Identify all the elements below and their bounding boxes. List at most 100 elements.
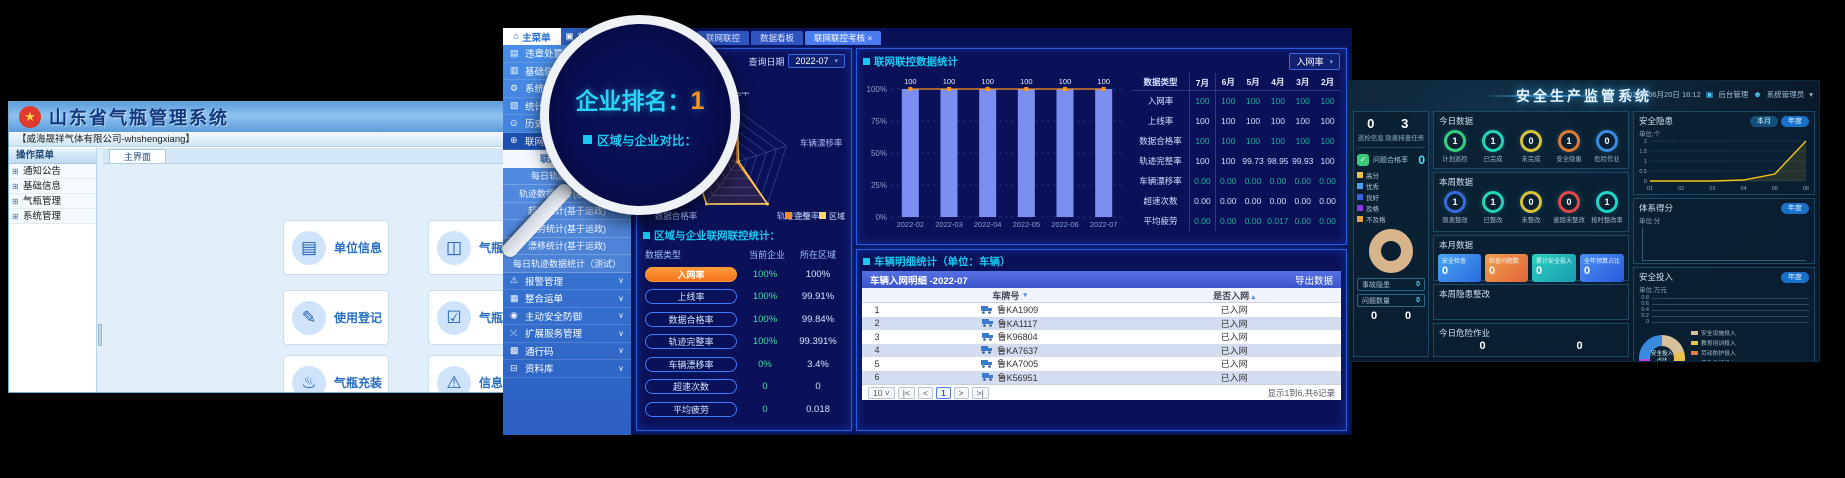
pager-button->|[interactable]: >| bbox=[972, 387, 989, 399]
sidebar-item-系统管理[interactable]: ⊞系统管理 bbox=[9, 209, 96, 224]
ring-circle: 0 bbox=[1558, 191, 1580, 213]
tile-信息预警[interactable]: ⚠信息预警 bbox=[428, 355, 505, 393]
query-date-select[interactable]: 2022-07 ▾ bbox=[788, 54, 845, 68]
stat-label: 巡检信息 bbox=[1358, 132, 1384, 142]
expand-plus-icon[interactable]: ⊞ bbox=[12, 179, 19, 194]
sidebar-item-气瓶管理[interactable]: ⊞气瓶管理 bbox=[9, 194, 96, 209]
card-value: 0 bbox=[1536, 265, 1572, 277]
metric-pill-超速次数[interactable]: 超速次数 bbox=[645, 379, 737, 394]
tab-数据看板[interactable]: 数据看板 bbox=[751, 31, 803, 45]
monthly-row-平均疲劳: 平均疲劳0.000.000.000.0170.000.00 bbox=[1132, 211, 1340, 231]
sidebar-item-扩展服务管理[interactable]: ⤫扩展服务管理∨ bbox=[503, 325, 631, 343]
chevron-down-icon: ∨ bbox=[618, 276, 624, 285]
sidebar-item-主动安全防御[interactable]: ◉主动安全防御∨ bbox=[503, 308, 631, 326]
tab-main-screen[interactable]: 主界面 bbox=[109, 149, 166, 163]
splitter-handle[interactable] bbox=[98, 324, 102, 346]
sidebar-item-整合运单[interactable]: ▦整合运单∨ bbox=[503, 290, 631, 308]
menu-label: 资料库 bbox=[525, 361, 613, 375]
metric-pill-平均疲劳[interactable]: 平均疲劳 bbox=[645, 402, 737, 417]
admin-link[interactable]: 后台管理 bbox=[1718, 89, 1748, 100]
table-row[interactable]: 6鲁K56951已入网 bbox=[862, 371, 1341, 385]
card-累计安全投入[interactable]: 累计安全投入0 bbox=[1532, 254, 1576, 282]
submenu-item-每日轨迹数据统计（测试）[interactable]: 每日轨迹数据统计（测试） bbox=[503, 255, 631, 273]
menu-label: 报警管理 bbox=[525, 274, 613, 288]
expand-plus-icon[interactable]: ⊞ bbox=[12, 194, 19, 209]
chevron-down-icon: ▾ bbox=[1329, 58, 1333, 66]
pill-年度[interactable]: 年度 bbox=[1781, 272, 1809, 283]
sidebar-item-通知公告[interactable]: ⊞通知公告 bbox=[9, 164, 96, 179]
metric-pill-入网率[interactable]: 入网率 bbox=[645, 267, 737, 282]
pill-年度[interactable]: 年度 bbox=[1781, 116, 1809, 127]
metric-pill-轨迹完整率[interactable]: 轨迹完整率 bbox=[645, 334, 737, 349]
table-row[interactable]: 4鲁KA7637已入网 bbox=[862, 344, 1341, 358]
monthly-row-label: 超速次数 bbox=[1132, 191, 1190, 211]
tile-label: 单位信息 bbox=[334, 239, 382, 256]
expand-plus-icon[interactable]: ⊞ bbox=[12, 209, 19, 224]
card-全年预算占比[interactable]: 全年预算占比0 bbox=[1580, 254, 1624, 282]
gridline-rule bbox=[1652, 310, 1809, 311]
sidebar-item-报警管理[interactable]: ⚠报警管理∨ bbox=[503, 273, 631, 291]
pill-本月[interactable]: 本月 bbox=[1750, 116, 1778, 127]
pager-button-1[interactable]: 1 bbox=[936, 387, 951, 399]
table-row[interactable]: 1鲁KA1909已入网 bbox=[862, 303, 1341, 317]
sort-caret-icon[interactable]: ▾ bbox=[1023, 291, 1027, 299]
col-status[interactable]: 是否入网 ▴ bbox=[1127, 289, 1341, 302]
truck-icon bbox=[981, 360, 993, 368]
chevron-down-icon[interactable]: ▾ bbox=[1809, 90, 1813, 99]
network-stats-header: 联网联控数据统计 bbox=[863, 54, 958, 69]
region-value: 99.91% bbox=[793, 291, 843, 302]
metric-pill-车辆漂移率[interactable]: 车辆漂移率 bbox=[645, 357, 737, 372]
tile-icon: ♨ bbox=[292, 366, 326, 394]
ring-label: 隐患整改 bbox=[1438, 215, 1472, 224]
table-row[interactable]: 3鲁K96804已入网 bbox=[862, 330, 1341, 344]
svg-text:2022-03: 2022-03 bbox=[935, 220, 963, 229]
period-pills: 年度 bbox=[1781, 272, 1809, 283]
tile-气瓶充装[interactable]: ♨气瓶充装 bbox=[283, 355, 389, 393]
metric-pill-上线率[interactable]: 上线率 bbox=[645, 289, 737, 304]
ring-circle: 0 bbox=[1596, 130, 1618, 152]
tile-气瓶报检[interactable]: ☑气瓶报检 bbox=[428, 290, 505, 345]
chevron-down-icon: ∨ bbox=[618, 329, 624, 338]
legend-item-优秀: 优秀 bbox=[1357, 181, 1425, 191]
stat-numbers: 0巡检信息3隐患排查任务 bbox=[1357, 116, 1425, 142]
pill-年度[interactable]: 年度 bbox=[1781, 203, 1809, 214]
pagination-bar: 10 ˅ |<<1>>| 显示1到6,共6记录 bbox=[862, 384, 1341, 400]
pager-button->[interactable]: > bbox=[954, 387, 969, 399]
pager-button-<[interactable]: < bbox=[918, 387, 933, 399]
sort-caret-icon[interactable]: ▴ bbox=[1252, 294, 1256, 301]
monthly-value: 100 bbox=[1190, 91, 1216, 111]
col-plate[interactable]: 车牌号▾ bbox=[892, 289, 1127, 302]
pager-button-|<[interactable]: |< bbox=[898, 387, 915, 399]
panel-安全投入: 安全投入年度单位:万元0.80.60.40.20安全投入占比安全设施投入教育培训… bbox=[1633, 267, 1815, 362]
menu-icon: ▦ bbox=[510, 293, 520, 304]
page-size-select[interactable]: 10 ˅ bbox=[868, 387, 895, 399]
metric-pill-数据合格率[interactable]: 数据合格率 bbox=[645, 312, 737, 327]
tile-气瓶管理[interactable]: ◫气瓶管理 bbox=[428, 220, 505, 275]
svg-text:2: 2 bbox=[1644, 139, 1647, 145]
legend-swatch bbox=[1357, 172, 1363, 178]
sidebar-item-资料库[interactable]: ⊟资料库∨ bbox=[503, 360, 631, 378]
card-安全检查[interactable]: 安全检查0 bbox=[1438, 254, 1481, 282]
tab-main-menu[interactable]: ⌂ 主菜单 bbox=[503, 28, 561, 45]
metric-select[interactable]: 入网率 ▾ bbox=[1289, 53, 1340, 70]
tile-使用登记[interactable]: ✎使用登记 bbox=[283, 290, 389, 345]
monthly-row-超速次数: 超速次数0.000.000.000.000.000.00 bbox=[1132, 191, 1340, 211]
sidebar-item-基础信息[interactable]: ⊞基础信息 bbox=[9, 179, 96, 194]
monthly-value: 0.00 bbox=[1216, 196, 1241, 206]
monthly-value: 100 bbox=[1216, 116, 1241, 126]
table-row[interactable]: 2鲁KA1117已入网 bbox=[862, 317, 1341, 331]
menu-icon: ◉ bbox=[510, 310, 520, 321]
bar-chart: 100%75%50%25%0%2022-022022-032022-042022… bbox=[861, 73, 1133, 238]
table-row[interactable]: 5鲁KA7005已入网 bbox=[862, 357, 1341, 371]
sidebar-item-通行码[interactable]: ▩通行码∨ bbox=[503, 343, 631, 361]
row-number: 4 bbox=[862, 345, 892, 355]
cylinder-tab-strip: 主界面 bbox=[103, 148, 504, 164]
expand-plus-icon[interactable]: ⊞ bbox=[12, 164, 19, 179]
card-检查问题数[interactable]: 检查问题数0 bbox=[1485, 254, 1528, 282]
export-data-button[interactable]: 导出数据 bbox=[1295, 273, 1333, 287]
tab-联网联控考核[interactable]: 联网联控考核 × bbox=[805, 31, 881, 45]
cylinder-sidebar: 操作菜单 ⊞通知公告⊞基础信息⊞气瓶管理⊞系统管理 bbox=[9, 148, 97, 392]
tile-单位信息[interactable]: ▤单位信息 bbox=[283, 220, 389, 275]
region-value: 100% bbox=[793, 269, 843, 280]
user-name[interactable]: 系统管理员 bbox=[1767, 89, 1805, 100]
